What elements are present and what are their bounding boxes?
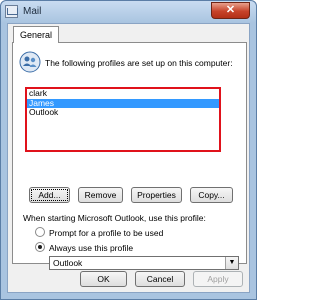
ok-button[interactable]: OK: [80, 271, 127, 287]
cancel-button[interactable]: Cancel: [135, 271, 185, 287]
mail-app-icon: [5, 5, 18, 18]
chevron-down-icon[interactable]: ▼: [225, 257, 238, 269]
startup-profile-label: When starting Microsoft Outlook, use thi…: [23, 213, 206, 223]
mail-dialog-window: Mail ✕ General The following profiles ar…: [0, 0, 257, 300]
add-button[interactable]: Add...: [29, 187, 70, 203]
profile-select-value: Outlook: [53, 258, 83, 268]
always-use-profile-label[interactable]: Always use this profile: [49, 243, 133, 253]
profile-item-clark[interactable]: clark: [27, 88, 219, 99]
window-title: Mail: [23, 6, 42, 17]
profiles-icon: [19, 51, 41, 73]
remove-button[interactable]: Remove: [78, 187, 123, 203]
tab-general[interactable]: General: [13, 26, 60, 43]
always-use-profile-radio[interactable]: [35, 242, 45, 252]
profiles-intro-text: The following profiles are set up on thi…: [45, 58, 233, 68]
apply-button: Apply: [193, 271, 243, 287]
profile-list[interactable]: clark James Outlook: [25, 87, 221, 152]
title-bar[interactable]: Mail ✕: [1, 1, 256, 23]
close-button[interactable]: ✕: [211, 2, 250, 19]
dialog-client-area: General The following profiles are set u…: [7, 23, 250, 293]
copy-button[interactable]: Copy...: [190, 187, 233, 203]
general-tab-panel: The following profiles are set up on thi…: [12, 42, 247, 270]
profile-select[interactable]: Outlook ▼: [49, 256, 239, 270]
properties-button[interactable]: Properties: [131, 187, 182, 203]
prompt-profile-radio[interactable]: [35, 227, 45, 237]
profile-item-outlook[interactable]: Outlook: [27, 107, 219, 118]
prompt-profile-label[interactable]: Prompt for a profile to be used: [49, 228, 163, 238]
